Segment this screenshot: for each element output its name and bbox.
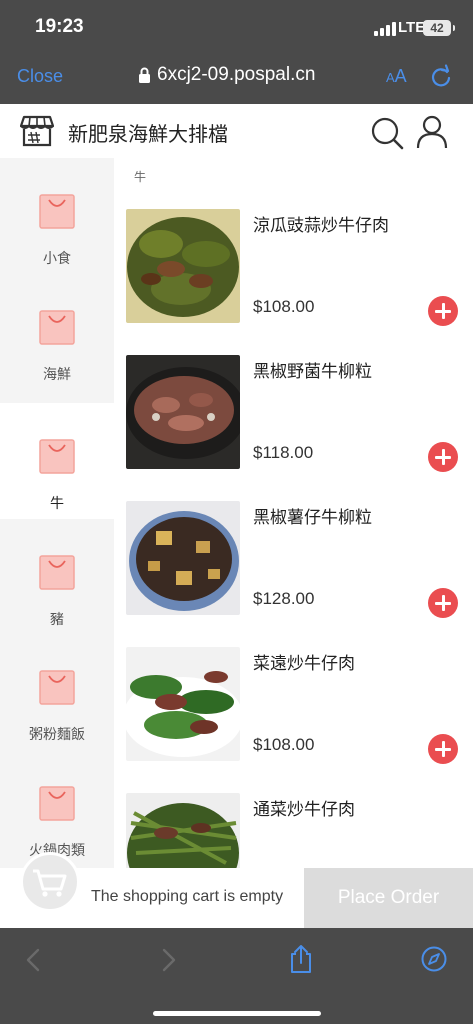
close-button[interactable]: Close [17, 66, 63, 87]
status-time: 19:23 [35, 16, 84, 37]
shopping-bag-icon [39, 310, 75, 345]
category-label: 豬 [50, 612, 64, 628]
product-item[interactable]: 黑椒薯仔牛柳粒 $128.00 [114, 501, 473, 647]
product-item[interactable]: 黑椒野菌牛柳粒 $118.00 [114, 355, 473, 501]
address-bar[interactable]: 6xcj2-09.pospal.cn [138, 64, 315, 86]
network-label: LTE [398, 19, 426, 36]
category-item-pork[interactable]: 豬 [0, 519, 114, 635]
compass-icon[interactable] [421, 946, 447, 972]
product-image[interactable] [126, 355, 240, 469]
product-list: 牛 涼瓜豉蒜炒牛仔肉 $108.00 黑椒野菌牛柳粒 $118.00 黑椒薯仔牛… [114, 158, 473, 868]
url-text: 6xcj2-09.pospal.cn [157, 64, 316, 85]
section-title: 牛 [134, 170, 147, 184]
reload-icon[interactable] [430, 64, 452, 88]
category-item-beef[interactable]: 牛 [0, 403, 114, 519]
home-indicator[interactable] [153, 1011, 321, 1016]
browser-bottom-bar [0, 928, 473, 1024]
place-order-button[interactable]: Place Order [304, 868, 473, 928]
category-label: 小食 [43, 251, 71, 267]
cart-status-text: The shopping cart is empty [91, 888, 284, 905]
aa-small: A [386, 70, 395, 85]
forward-icon[interactable] [162, 948, 176, 972]
add-to-cart-button[interactable] [428, 588, 458, 618]
store-name: 新肥泉海鮮大排檔 [68, 122, 228, 146]
cart-icon [33, 869, 67, 897]
back-icon[interactable] [26, 948, 40, 972]
category-item-hotpot-meat[interactable]: 火鍋肉類 [0, 750, 114, 866]
product-name: 黑椒薯仔牛柳粒 [253, 508, 372, 528]
text-size-button[interactable]: AA [386, 66, 407, 87]
product-image[interactable] [126, 793, 240, 868]
category-sidebar: 小食 海鮮 牛 豬 粥粉麵飯 火鍋肉類 [0, 158, 114, 928]
product-image[interactable] [126, 209, 240, 323]
cart-bar: The shopping cart is empty Place Order [0, 852, 473, 928]
add-to-cart-button[interactable] [428, 734, 458, 764]
aa-large: A [394, 66, 407, 86]
signal-icon [374, 22, 396, 36]
battery-icon: 42 [423, 20, 455, 36]
product-item[interactable]: 通菜炒牛仔肉 [114, 793, 473, 868]
category-label: 粥粉麵飯 [29, 727, 85, 743]
product-price: $108.00 [253, 735, 315, 754]
product-price: $128.00 [253, 589, 315, 608]
store-icon[interactable] [20, 115, 54, 147]
category-label: 牛 [50, 496, 64, 512]
add-to-cart-button[interactable] [428, 442, 458, 472]
user-icon[interactable] [416, 115, 448, 149]
category-item-seafood[interactable]: 海鮮 [0, 274, 114, 390]
product-image[interactable] [126, 647, 240, 761]
product-name: 菜遠炒牛仔肉 [253, 654, 355, 674]
product-image[interactable] [126, 501, 240, 615]
product-item[interactable]: 菜遠炒牛仔肉 $108.00 [114, 647, 473, 793]
product-item[interactable]: 涼瓜豉蒜炒牛仔肉 $108.00 [114, 209, 473, 355]
shopping-bag-icon [39, 786, 75, 821]
product-price: $108.00 [253, 297, 315, 316]
category-label: 海鮮 [43, 367, 71, 383]
app-header: 新肥泉海鮮大排檔 [0, 104, 473, 158]
add-to-cart-button[interactable] [428, 296, 458, 326]
search-icon[interactable] [370, 116, 404, 150]
category-item-congee-noodles[interactable]: 粥粉麵飯 [0, 634, 114, 750]
lock-icon [139, 67, 150, 83]
product-price: $118.00 [253, 443, 314, 462]
browser-top-bar: 19:23 LTE 42 Close 6xcj2-09.pospal.cn AA [0, 0, 473, 104]
product-name: 通菜炒牛仔肉 [253, 800, 355, 820]
product-name: 黑椒野菌牛柳粒 [253, 362, 372, 382]
cart-button[interactable] [20, 852, 80, 912]
product-name: 涼瓜豉蒜炒牛仔肉 [253, 216, 389, 236]
shopping-bag-icon [39, 194, 75, 229]
shopping-bag-icon [39, 555, 75, 590]
shopping-bag-icon [39, 439, 75, 474]
shopping-bag-icon [39, 670, 75, 705]
share-icon[interactable] [289, 944, 313, 974]
category-item-snacks[interactable]: 小食 [0, 158, 114, 274]
